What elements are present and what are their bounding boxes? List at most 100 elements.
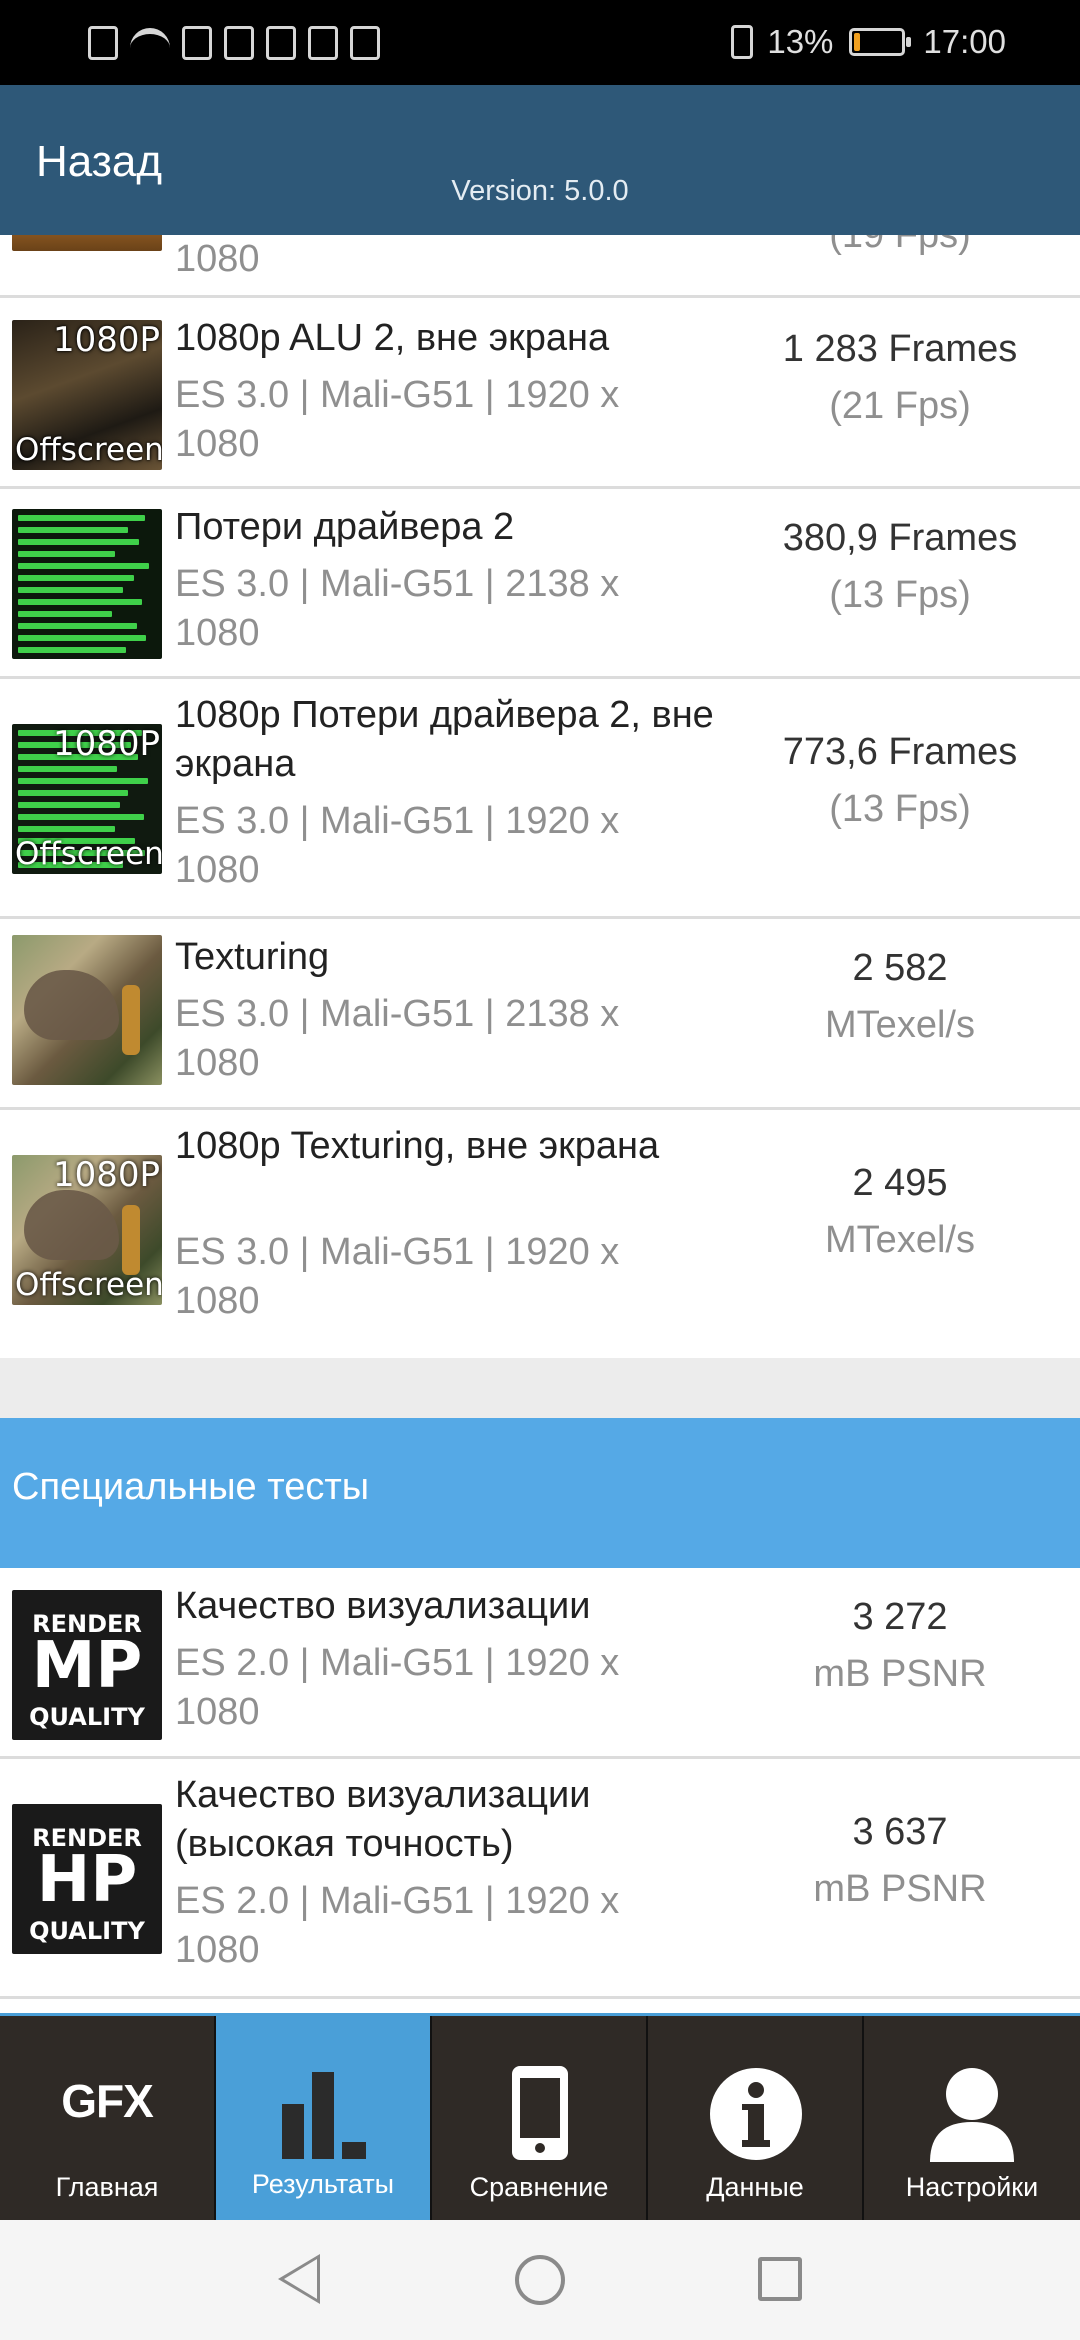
user-icon [930, 2068, 1014, 2162]
thumb-quality-label: QUALITY [29, 1703, 145, 1731]
nav-label: Настройки [905, 2172, 1039, 2202]
texturing-thumbnail [12, 935, 162, 1085]
result-subtitle: ES 3.0 | Mali-G51 | 1920 x 1080 [175, 1231, 620, 1322]
info-icon [710, 2068, 802, 2160]
nav-label: Данные [706, 2172, 804, 2202]
result-unit: mB PSNR [813, 1868, 987, 1910]
result-unit: MTexel/s [825, 1219, 975, 1261]
render-quality-hp-thumbnail: RENDER HP QUALITY [12, 1804, 162, 1954]
clock: 17:00 [923, 23, 1006, 60]
result-title: 1080p ALU 2, вне экрана [175, 317, 610, 359]
thumb-resolution-label: 1080P [52, 724, 160, 764]
result-unit: (13 Fps) [829, 574, 971, 616]
test-thumbnail [12, 235, 162, 251]
status-bar: 13% 17:00 [0, 0, 1080, 85]
result-title: 1080p Texturing, вне экрана [175, 1125, 660, 1167]
home-icon[interactable] [515, 2255, 565, 2305]
result-title: Texturing [175, 936, 330, 978]
result-value: 2 582 [852, 947, 948, 989]
result-title: Качество визуализации [175, 1585, 591, 1627]
thumb-precision-label: MP [31, 1629, 143, 1703]
results-list[interactable]: 1080 (19 Fps) 1080P Offscreen 1080p ALU … [0, 235, 1080, 2013]
result-title: Качество визуализации (высокая точность) [175, 1774, 591, 1865]
system-status: 13% 17:00 [731, 20, 1006, 64]
battery-level [854, 33, 861, 51]
check-icon [266, 26, 296, 60]
result-row[interactable]: 1080P Offscreen 1080p ALU 2, вне экрана … [0, 298, 1080, 489]
result-value: 773,6 Frames [782, 731, 1018, 773]
result-subtitle: ES 3.0 | Mali-G51 | 1920 x 1080 [175, 800, 620, 891]
result-value: 2 495 [852, 1162, 948, 1204]
result-value: 1 283 Frames [782, 328, 1018, 370]
thumb-offscreen-label: Offscreen [15, 836, 162, 872]
download-icon [224, 26, 254, 60]
bottom-navigation: GFX Главная Результаты Сравнение Данные [0, 2013, 1080, 2220]
facebook-icon [308, 26, 338, 60]
thumb-resolution-label: 1080P [52, 320, 160, 360]
battery-icon [849, 28, 912, 56]
notification-icons [88, 22, 380, 64]
version-label: Version: 5.0.0 [451, 175, 629, 207]
result-subtitle: ES 3.0 | Mali-G51 | 2138 x 1080 [175, 563, 620, 654]
thumb-resolution-label: 1080P [52, 1155, 160, 1195]
vibrate-icon [731, 25, 754, 59]
sim-icon [88, 26, 118, 60]
section-title: Специальные тесты [12, 1466, 370, 1508]
app-grid-icon [350, 26, 380, 60]
result-row-partial[interactable]: 1080 (19 Fps) [0, 235, 1080, 298]
character-image [122, 1205, 140, 1275]
battery-percent: 13% [767, 23, 834, 60]
result-subtitle: ES 2.0 | Mali-G51 | 1920 x 1080 [175, 1880, 620, 1971]
nav-item-home[interactable]: GFX Главная [0, 2016, 216, 2220]
nav-item-compare[interactable]: Сравнение [432, 2016, 648, 2220]
result-unit: MTexel/s [825, 1004, 975, 1046]
result-title: Потери драйвера 2 [175, 506, 515, 548]
result-value: 3 637 [852, 1811, 948, 1853]
nav-label: Сравнение [469, 2172, 609, 2202]
section-gap [0, 1358, 1080, 1418]
result-subtitle: 1080 [175, 238, 260, 280]
result-unit: (19 Fps) [829, 235, 971, 256]
thumb-precision-label: HP [36, 1843, 138, 1917]
result-unit: (13 Fps) [829, 788, 971, 830]
app-bar: Назад Version: 5.0.0 [0, 85, 1080, 235]
nfc-icon [182, 26, 212, 60]
result-unit: mB PSNR [813, 1653, 987, 1695]
system-navigation-bar [0, 2220, 1080, 2340]
result-row[interactable]: Потери драйвера 2 ES 3.0 | Mali-G51 | 21… [0, 489, 1080, 679]
driver-overhead-offscreen-thumbnail: 1080P Offscreen [12, 724, 162, 874]
bar-chart-icon [282, 2072, 366, 2159]
result-row[interactable]: RENDER HP QUALITY Качество визуализации … [0, 1759, 1080, 1999]
driver-overhead-thumbnail [12, 509, 162, 659]
result-row[interactable]: Texturing ES 3.0 | Mali-G51 | 2138 x 108… [0, 919, 1080, 1110]
nav-label: Главная [55, 2172, 159, 2202]
texturing-offscreen-thumbnail: 1080P Offscreen [12, 1155, 162, 1305]
character-image [122, 985, 140, 1055]
wifi-icon [130, 28, 170, 58]
recent-apps-icon[interactable] [758, 2257, 802, 2301]
nav-item-results[interactable]: Результаты [216, 2016, 432, 2220]
result-row[interactable]: RENDER MP QUALITY Качество визуализации … [0, 1568, 1080, 1759]
nav-item-info[interactable]: Данные [648, 2016, 864, 2220]
result-row[interactable]: 1080P Offscreen 1080p Потери драйвера 2,… [0, 679, 1080, 919]
result-value: 3 272 [852, 1596, 948, 1638]
thumb-offscreen-label: Offscreen [15, 1267, 162, 1303]
gfx-logo-icon: GFX [61, 2075, 154, 2127]
phone-icon [512, 2066, 568, 2160]
offscreen-thumbnail: 1080P Offscreen [12, 320, 162, 470]
nav-label: Результаты [251, 2169, 395, 2199]
result-title: 1080p Потери драйвера 2, вне экрана [175, 694, 714, 785]
result-value: 380,9 Frames [782, 517, 1018, 559]
thumb-offscreen-label: Offscreen [15, 432, 162, 468]
result-subtitle: ES 2.0 | Mali-G51 | 1920 x 1080 [175, 1642, 620, 1733]
result-subtitle: ES 3.0 | Mali-G51 | 2138 x 1080 [175, 993, 620, 1084]
result-unit: (21 Fps) [829, 385, 971, 427]
driver-bars [18, 515, 156, 653]
dinosaur-image [24, 1190, 119, 1260]
result-row[interactable]: 1080P Offscreen 1080p Texturing, вне экр… [0, 1110, 1080, 1350]
result-subtitle: ES 3.0 | Mali-G51 | 1920 x 1080 [175, 374, 620, 465]
dinosaur-image [24, 970, 119, 1040]
special-tests-header: Специальные тесты [0, 1418, 1080, 1568]
render-quality-thumbnail: RENDER MP QUALITY [12, 1590, 162, 1740]
nav-item-settings[interactable]: Настройки [864, 2016, 1080, 2220]
